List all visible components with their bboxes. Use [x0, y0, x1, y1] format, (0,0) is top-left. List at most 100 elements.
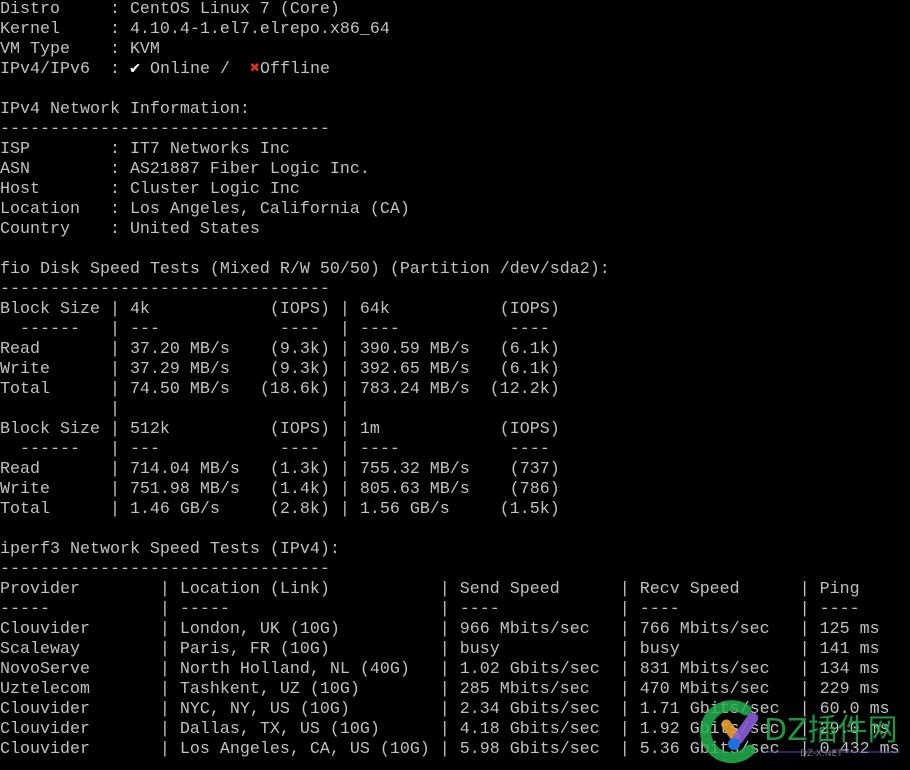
fio-speed: 751.98 MB/s: [129, 480, 240, 499]
offline-status: Offline: [259, 60, 330, 79]
fio-row: Total | 1.46 GB/s (2.8k) | 1.56 GB/s (1.5k): [0, 500, 560, 520]
provider: NovoServe: [0, 660, 90, 679]
recv-speed: 831 Mbits/sec: [639, 660, 770, 679]
info-value: CentOS Linux 7 (Core): [129, 0, 340, 19]
fio-row: Read | 714.04 MB/s (1.3k) | 755.32 MB/s (73…: [0, 460, 560, 479]
dash: ----: [509, 440, 550, 459]
fio-cell: 64k (IOPS): [360, 300, 560, 320]
dash: ------: [20, 320, 80, 339]
fio-cell: 4k (IOPS): [130, 300, 330, 320]
fio-row: Write | 751.98 MB/s (1.4k) | 805.63 MB/s (7…: [0, 480, 560, 500]
fio-iops: (9.3k): [269, 340, 330, 359]
fio-iops: (IOPS): [269, 420, 330, 439]
fio-iops: (1.4k): [269, 480, 330, 499]
fio-cell: ---- ----: [360, 320, 550, 340]
ping: 0.432 ms: [819, 740, 900, 759]
fio-iops: (IOPS): [499, 420, 560, 439]
fio-label: Block Size: [0, 300, 100, 319]
network-row: ASN: AS21887 Fiber Logic Inc.: [0, 160, 370, 179]
fio-cell: 751.98 MB/s (1.4k): [130, 480, 330, 500]
fio-label: Block Size: [0, 420, 100, 439]
iperf-row: Scaleway | Paris, FR (10G) | busy | busy | 1…: [0, 640, 880, 659]
fio-speed: 392.65 MB/s: [359, 360, 470, 379]
dash: ----: [279, 320, 320, 339]
fio-cell: 74.50 MB/s (18.6k): [130, 380, 330, 400]
section-title: iperf3 Network Speed Tests (IPv4):: [0, 540, 900, 560]
fio-row: Read | 37.20 MB/s (9.3k) | 390.59 MB/s (6.1…: [0, 340, 560, 360]
provider: Provider: [0, 580, 80, 599]
fio-iops: (786): [509, 480, 560, 499]
fio-label: Write: [0, 360, 50, 379]
recv-speed: busy: [639, 640, 680, 659]
dash: ------: [20, 440, 80, 459]
divider: ---------------------------------: [0, 560, 900, 580]
fio-cell: --- ----: [130, 440, 320, 460]
network-row: Country: United States: [0, 220, 260, 239]
ping: 60.0 ms: [819, 700, 890, 719]
provider: Clouvider: [0, 720, 90, 739]
fio-cell: 1.46 GB/s (2.8k): [130, 500, 330, 520]
send-speed: 5.98 Gbits/sec: [459, 740, 600, 759]
fio-row: Block Size | 512k (IOPS) | 1m (IOPS): [0, 420, 560, 440]
info-value: 4.10.4-1.el7.elrepo.x86_64: [129, 20, 390, 39]
fio-cell: 805.63 MB/s (786): [360, 480, 560, 500]
send-speed: 2.34 Gbits/sec: [459, 700, 600, 719]
info-label: Host: [0, 180, 40, 199]
fio-iops: (1.3k): [269, 460, 330, 479]
fio-cell: 37.29 MB/s (9.3k): [130, 360, 330, 380]
section-title: fio Disk Speed Tests (Mixed R/W 50/50) (…: [0, 260, 900, 280]
fio-row: Write | 37.29 MB/s (9.3k) | 392.65 MB/s (6.…: [0, 360, 560, 380]
ipv-status-row: IPv4/IPv6: ✔ Online / ✖Offline: [0, 60, 330, 79]
fio-speed: 37.20 MB/s: [129, 340, 230, 359]
recv-speed: ----: [639, 600, 680, 619]
fio-cell: 390.59 MB/s (6.1k): [360, 340, 560, 360]
fio-iops: (2.8k): [269, 500, 330, 519]
fio-row: Total | 74.50 MB/s (18.6k) | 783.24 MB/s (1…: [0, 380, 560, 400]
fio-cell: 392.65 MB/s (6.1k): [360, 360, 560, 380]
recv-speed: 766 Mbits/sec: [639, 620, 770, 639]
fio-speed: 714.04 MB/s: [129, 460, 240, 479]
divider: ---------------------------------: [0, 280, 900, 300]
blank: [0, 240, 900, 260]
fio-iops: (18.6k): [259, 380, 330, 399]
fio-iops: (IOPS): [499, 300, 560, 319]
info-value: Los Angeles, California (CA): [129, 200, 410, 219]
x-icon: ✖: [249, 60, 260, 79]
send-speed: 4.18 Gbits/sec: [459, 720, 600, 739]
dash: ----: [359, 320, 400, 339]
send-speed: ----: [459, 600, 500, 619]
iperf-row: Uztelecom | Tashkent, UZ (10G) | 285 Mbits…: [0, 680, 880, 699]
location: London, UK (10G): [179, 620, 340, 639]
location: Dallas, TX, US (10G): [179, 720, 380, 739]
provider: Clouvider: [0, 620, 90, 639]
info-row: Distro: CentOS Linux 7 (Core): [0, 0, 340, 19]
fio-cell: --- ----: [130, 320, 320, 340]
fio-separator: ------ | --- ---- | ---- ----: [20, 440, 550, 460]
send-speed: busy: [459, 640, 500, 659]
ping: 29.0 ms: [819, 720, 890, 739]
send-speed: Send Speed: [459, 580, 560, 599]
fio-label: Read: [0, 460, 40, 479]
info-value: IT7 Networks Inc: [129, 140, 290, 159]
fio-speed: 64k: [359, 300, 390, 319]
fio-iops: (737): [509, 460, 560, 479]
fio-speed: 37.29 MB/s: [129, 360, 230, 379]
fio-label: Total: [0, 380, 50, 399]
info-label: Kernel: [0, 20, 60, 39]
separator: /: [209, 60, 240, 79]
network-title: IPv4 Network Information:: [0, 100, 250, 119]
info-label: VM Type: [0, 40, 70, 59]
fio-cell: 512k (IOPS): [130, 420, 330, 440]
recv-speed: 5.36 Gbits/sec: [639, 740, 780, 759]
fio-speed: 390.59 MB/s: [359, 340, 470, 359]
fio-speed: 1.56 GB/s: [359, 500, 450, 519]
provider: Clouvider: [0, 740, 90, 759]
provider: Scaleway: [0, 640, 80, 659]
iperf-title: iperf3 Network Speed Tests (IPv4):: [0, 540, 340, 559]
recv-speed: 1.92 Gbits/sec: [639, 720, 780, 739]
info-row: Kernel: 4.10.4-1.el7.elrepo.x86_64: [0, 20, 390, 39]
fio-iops: (1.5k): [499, 500, 560, 519]
fio-label: Read: [0, 340, 40, 359]
network-row: Host: Cluster Logic Inc: [0, 180, 300, 199]
send-speed: 1.02 Gbits/sec: [459, 660, 600, 679]
